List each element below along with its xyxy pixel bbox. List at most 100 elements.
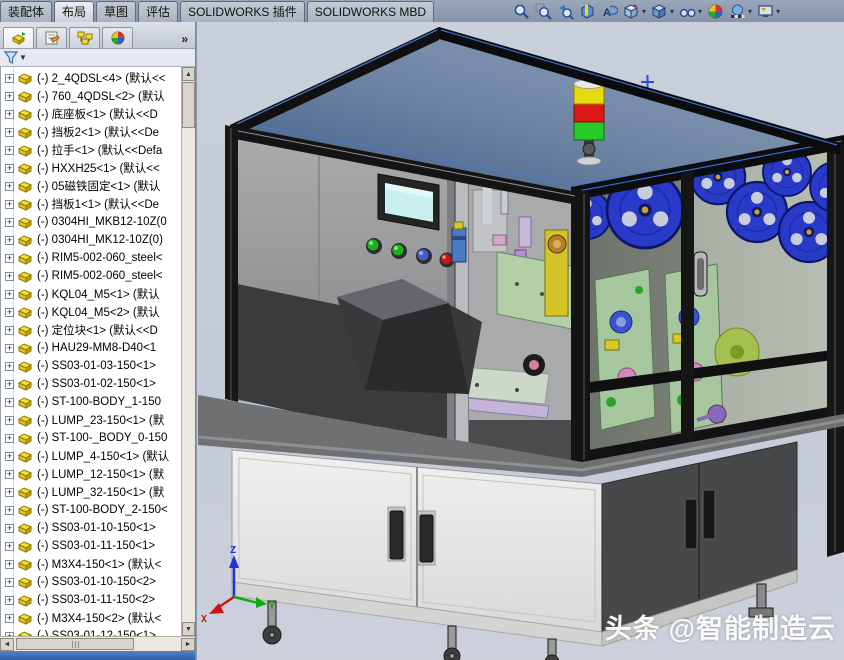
tree-item[interactable]: +(-) SS03-01-03-150<1> xyxy=(1,357,181,375)
expand-toggle[interactable]: + xyxy=(5,344,14,353)
tree-item[interactable]: +(-) ST-100-_BODY_0-150 xyxy=(1,429,181,447)
tree-item[interactable]: +(-) 760_4QDSL<2> (默认 xyxy=(1,87,181,105)
tree-item[interactable]: +(-) 底座板<1> (默认<<D xyxy=(1,105,181,123)
tree-item[interactable]: +(-) RIM5-002-060_steel< xyxy=(1,249,181,267)
tab-sketch[interactable]: 草图 xyxy=(96,1,136,22)
tree-item[interactable]: +(-) 0304HI_MKB12-10Z(0 xyxy=(1,213,181,231)
expand-toggle[interactable]: + xyxy=(5,596,14,605)
tree-item[interactable]: +(-) SS03-01-10-150<2> xyxy=(1,573,181,591)
tree-item[interactable]: +(-) HAU29-MM8-D40<1 xyxy=(1,339,181,357)
tab-evaluate[interactable]: 评估 xyxy=(138,1,178,22)
expand-toggle[interactable]: + xyxy=(5,326,14,335)
tree-item[interactable]: +(-) SS03-01-02-150<1> xyxy=(1,375,181,393)
tree-item[interactable]: +(-) KQL04_M5<1> (默认 xyxy=(1,285,181,303)
tree-item[interactable]: +(-) 拉手<1> (默认<<Defa xyxy=(1,141,181,159)
expand-toggle[interactable]: + xyxy=(5,146,14,155)
side-door-handle-1[interactable] xyxy=(685,499,697,549)
expand-toggle[interactable]: + xyxy=(5,218,14,227)
blue-valve-device[interactable] xyxy=(452,222,466,262)
expand-toggle[interactable]: + xyxy=(5,614,14,623)
scroll-up-button[interactable]: ▲ xyxy=(182,67,195,81)
expand-toggle[interactable]: + xyxy=(5,290,14,299)
scroll-down-button[interactable]: ▼ xyxy=(182,622,195,636)
tree-item[interactable]: +(-) LUMP_32-150<1> (默 xyxy=(1,483,181,501)
display-style-dropdown[interactable]: ▾ xyxy=(670,7,674,16)
tab-display-manager[interactable] xyxy=(102,27,133,48)
apply-scene-icon[interactable] xyxy=(728,2,746,20)
view-settings-dropdown[interactable]: ▾ xyxy=(776,7,780,16)
tree-item[interactable]: +(-) 05磁铁固定<1> (默认 xyxy=(1,177,181,195)
tree-item[interactable]: +(-) 定位块<1> (默认<<D xyxy=(1,321,181,339)
tree-item[interactable]: +(-) HXXH25<1> (默认<< xyxy=(1,159,181,177)
zoom-to-fit-icon[interactable] xyxy=(512,2,530,20)
cabinet-right-door-handle[interactable] xyxy=(420,515,433,562)
expand-toggle[interactable]: + xyxy=(5,380,14,389)
expand-toggle[interactable]: + xyxy=(5,200,14,209)
tab-feature-manager-design-tree[interactable] xyxy=(3,27,34,48)
expand-toggle[interactable]: + xyxy=(5,164,14,173)
tree-item[interactable]: +(-) 0304HI_MK12-10Z(0) xyxy=(1,231,181,249)
expand-toggle[interactable]: + xyxy=(5,632,14,637)
zoom-to-area-icon[interactable] xyxy=(534,2,552,20)
tab-property-manager[interactable] xyxy=(36,27,67,48)
view-orientation-icon[interactable] xyxy=(622,2,640,20)
expand-toggle[interactable]: + xyxy=(5,110,14,119)
tab-layout[interactable]: 布局 xyxy=(54,1,94,22)
expand-toggle[interactable]: + xyxy=(5,506,14,515)
tree-item[interactable]: +(-) LUMP_12-150<1> (默 xyxy=(1,465,181,483)
hide-show-items-icon[interactable] xyxy=(678,2,696,20)
tree-item[interactable]: +(-) M3X4-150<1> (默认< xyxy=(1,555,181,573)
horizontal-scroll-thumb[interactable] xyxy=(16,638,134,650)
3d-drawing-view-icon[interactable]: A xyxy=(600,2,618,20)
tree-item[interactable]: +(-) SS03-01-11-150<2> xyxy=(1,591,181,609)
view-orientation-dropdown[interactable]: ▾ xyxy=(642,7,646,16)
view-settings-icon[interactable] xyxy=(756,2,774,20)
edit-appearance-icon[interactable] xyxy=(706,2,724,20)
expand-toggle[interactable]: + xyxy=(5,308,14,317)
tab-solidworks-mbd[interactable]: SOLIDWORKS MBD xyxy=(307,1,434,22)
tab-solidworks-addins[interactable]: SOLIDWORKS 插件 xyxy=(180,1,305,22)
filter-funnel-icon[interactable] xyxy=(4,51,18,64)
expand-toggle[interactable]: + xyxy=(5,578,14,587)
expand-toggle[interactable]: + xyxy=(5,74,14,83)
tree-item[interactable]: +(-) M3X4-150<2> (默认< xyxy=(1,609,181,627)
filter-dropdown[interactable]: ▼ xyxy=(19,53,27,62)
tree-item[interactable]: +(-) 挡板2<1> (默认<<De xyxy=(1,123,181,141)
expand-toggle[interactable]: + xyxy=(5,254,14,263)
expand-toggle[interactable]: + xyxy=(5,488,14,497)
expand-toggle[interactable]: + xyxy=(5,362,14,371)
machine-3d-model[interactable]: Z X Y xyxy=(197,22,844,660)
section-view-icon[interactable] xyxy=(578,2,596,20)
expand-toggle[interactable]: + xyxy=(5,434,14,443)
tree-horizontal-scrollbar[interactable]: ◄ ► xyxy=(0,636,195,651)
tree-item[interactable]: +(-) 挡板1<1> (默认<<De xyxy=(1,195,181,213)
tree-item[interactable]: +(-) RIM5-002-060_steel< xyxy=(1,267,181,285)
vertical-scroll-thumb[interactable] xyxy=(182,82,195,128)
scroll-right-button[interactable]: ► xyxy=(181,638,195,651)
tree-item[interactable]: +(-) SS03-01-10-150<1> xyxy=(1,519,181,537)
tree-item[interactable]: +(-) 2_4QDSL<4> (默认<< xyxy=(1,69,181,87)
tab-configuration-manager[interactable] xyxy=(69,27,100,48)
expand-toggle[interactable]: + xyxy=(5,416,14,425)
expand-toggle[interactable]: + xyxy=(5,92,14,101)
tree-item[interactable]: +(-) LUMP_4-150<1> (默认 xyxy=(1,447,181,465)
expand-toggle[interactable]: + xyxy=(5,182,14,191)
expand-toggle[interactable]: + xyxy=(5,560,14,569)
expand-toggle[interactable]: + xyxy=(5,470,14,479)
tree-item[interactable]: +(-) LUMP_23-150<1> (默 xyxy=(1,411,181,429)
panel-overflow-chevron[interactable]: » xyxy=(181,32,192,48)
tab-assembly[interactable]: 装配体 xyxy=(0,1,52,22)
tree-item[interactable]: +(-) SS03-01-11-150<1> xyxy=(1,537,181,555)
tree-vertical-scrollbar[interactable]: ▲ ▼ xyxy=(181,67,195,636)
expand-toggle[interactable]: + xyxy=(5,236,14,245)
expand-toggle[interactable]: + xyxy=(5,398,14,407)
expand-toggle[interactable]: + xyxy=(5,452,14,461)
expand-toggle[interactable]: + xyxy=(5,542,14,551)
tree-item[interactable]: +(-) ST-100-BODY_1-150 xyxy=(1,393,181,411)
side-door-handle-2[interactable] xyxy=(703,490,715,539)
graphics-viewport[interactable]: Z X Y 头条@智能制造云 xyxy=(197,22,844,660)
tree-item[interactable]: +(-) KQL04_M5<2> (默认 xyxy=(1,303,181,321)
cabinet-left-door-handle[interactable] xyxy=(390,511,403,559)
display-style-icon[interactable] xyxy=(650,2,668,20)
tree-item[interactable]: +(-) ST-100-BODY_2-150< xyxy=(1,501,181,519)
